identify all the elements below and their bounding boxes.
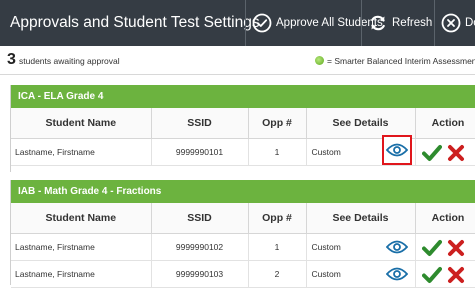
student-opp: 1 bbox=[248, 233, 307, 261]
deny-button[interactable] bbox=[447, 266, 465, 284]
student-ssid: 9999990102 bbox=[151, 233, 249, 261]
view-details-button[interactable] bbox=[385, 263, 408, 285]
eye-icon bbox=[385, 240, 408, 254]
awaiting-count: 3 bbox=[7, 51, 16, 68]
view-details-button[interactable] bbox=[385, 236, 408, 258]
student-table: Student Name SSID Opp # See Details Acti… bbox=[11, 203, 475, 288]
col-ssid: SSID bbox=[151, 108, 249, 139]
approval-summary: 3 students awaiting approval = Smarter B… bbox=[0, 48, 475, 75]
details-value: Custom bbox=[311, 147, 341, 157]
details-cell: Custom bbox=[306, 233, 416, 261]
col-opp: Opp # bbox=[248, 108, 307, 139]
col-ssid: SSID bbox=[151, 203, 249, 234]
action-cell bbox=[415, 260, 475, 288]
done-label: Don bbox=[465, 17, 475, 29]
student-ssid: 9999990101 bbox=[151, 138, 249, 166]
deny-button[interactable] bbox=[447, 239, 465, 257]
section-title: IAB - Math Grade 4 - Fractions bbox=[11, 180, 475, 203]
student-name: Lastname, Firstname bbox=[11, 138, 152, 166]
col-student-name: Student Name bbox=[11, 108, 152, 139]
action-cell bbox=[415, 138, 475, 166]
col-see-details: See Details bbox=[306, 108, 416, 139]
refresh-button[interactable]: Refresh bbox=[361, 0, 433, 46]
details-value: Custom bbox=[311, 242, 341, 252]
table-header-row: Student Name SSID Opp # See Details Acti… bbox=[11, 108, 475, 139]
top-toolbar: Approvals and Student Test Settings Appr… bbox=[0, 0, 475, 46]
student-ssid: 9999990103 bbox=[151, 260, 249, 288]
refresh-icon bbox=[371, 15, 385, 31]
table-row: Lastname, Firstname 9999990103 2 Custom bbox=[11, 260, 475, 288]
table-row: Lastname, Firstname 9999990101 1 Custom bbox=[11, 135, 475, 166]
eye-icon bbox=[385, 143, 408, 157]
eye-icon bbox=[385, 267, 408, 281]
table-header-row: Student Name SSID Opp # See Details Acti… bbox=[11, 203, 475, 234]
col-action: Action bbox=[415, 203, 475, 234]
action-cell bbox=[415, 233, 475, 261]
details-cell: Custom bbox=[306, 260, 416, 288]
details-cell: Custom bbox=[306, 135, 416, 166]
col-opp: Opp # bbox=[248, 203, 307, 234]
approve-button[interactable] bbox=[421, 239, 442, 257]
done-button[interactable]: Don bbox=[434, 0, 475, 46]
details-value: Custom bbox=[311, 269, 341, 279]
deny-button[interactable] bbox=[447, 144, 465, 162]
close-circle-icon bbox=[441, 13, 461, 33]
student-opp: 2 bbox=[248, 260, 307, 288]
student-table: Student Name SSID Opp # See Details Acti… bbox=[11, 108, 475, 166]
test-section-ica-ela: ICA - ELA Grade 4 Student Name SSID Opp … bbox=[10, 85, 475, 172]
approve-all-button[interactable]: Approve All Students bbox=[245, 0, 383, 46]
view-details-button[interactable] bbox=[381, 135, 412, 165]
check-circle-icon bbox=[252, 13, 272, 33]
legend-label: = Smarter Balanced Interim Assessments bbox=[327, 56, 475, 66]
awaiting-label: students awaiting approval bbox=[19, 56, 120, 66]
student-name: Lastname, Firstname bbox=[11, 233, 152, 261]
approve-button[interactable] bbox=[421, 266, 442, 284]
col-action: Action bbox=[415, 108, 475, 139]
legend-dot-icon bbox=[315, 56, 324, 65]
table-row: Lastname, Firstname 9999990102 1 Custom bbox=[11, 233, 475, 261]
approve-button[interactable] bbox=[421, 144, 442, 162]
section-title: ICA - ELA Grade 4 bbox=[11, 85, 475, 108]
student-name: Lastname, Firstname bbox=[11, 260, 152, 288]
refresh-label: Refresh bbox=[392, 17, 433, 29]
page-title: Approvals and Student Test Settings bbox=[10, 14, 260, 31]
student-opp: 1 bbox=[248, 138, 307, 166]
test-section-iab-math: IAB - Math Grade 4 - Fractions Student N… bbox=[10, 180, 475, 288]
col-see-details: See Details bbox=[306, 203, 416, 234]
col-student-name: Student Name bbox=[11, 203, 152, 234]
